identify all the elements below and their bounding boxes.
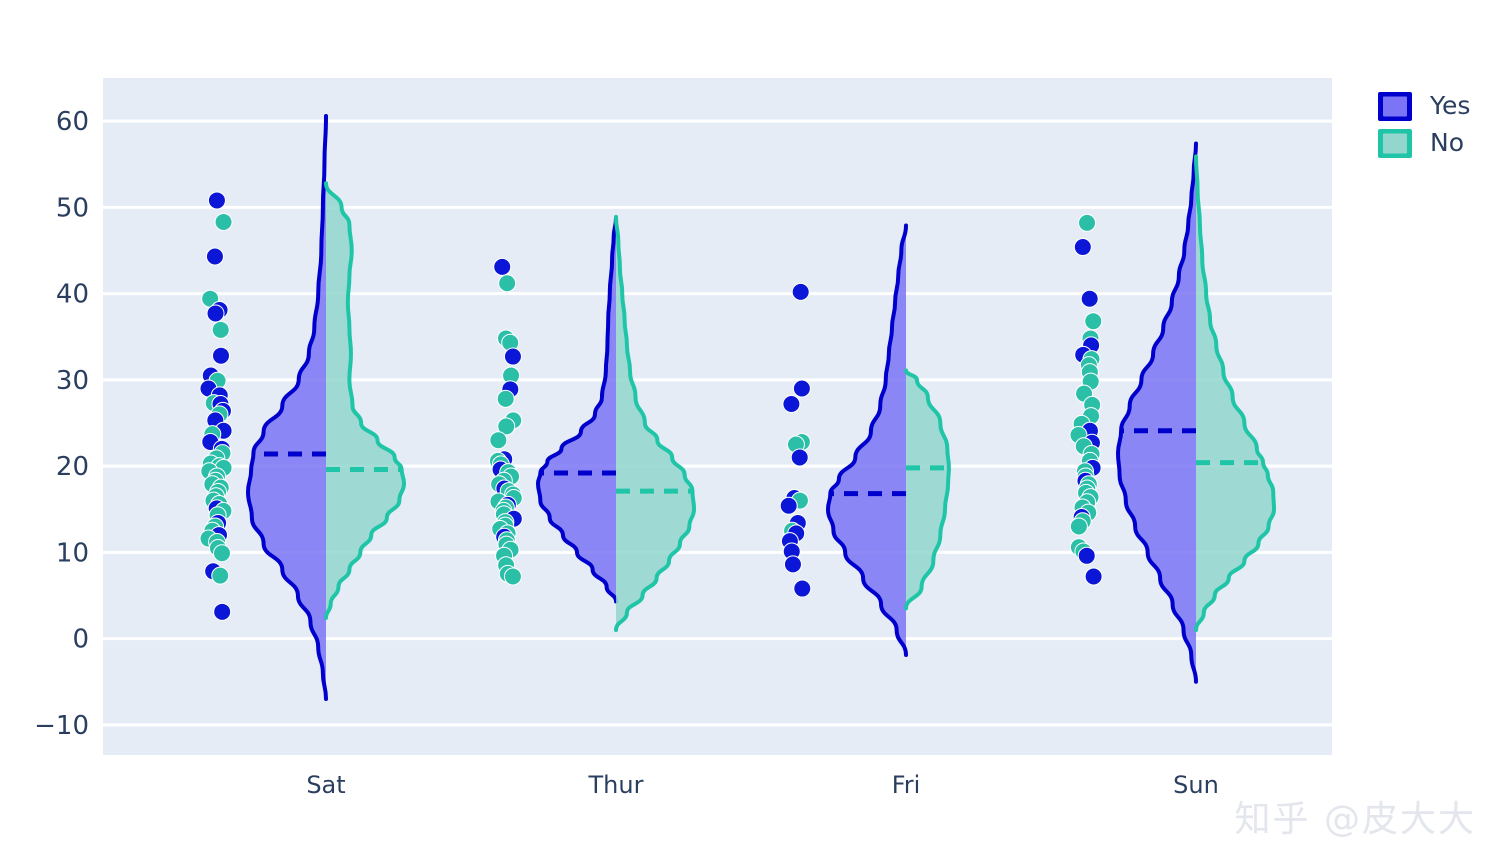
data-point-thur-no	[489, 431, 508, 450]
data-point-sun-yes	[1073, 238, 1092, 257]
data-point-sat-yes	[205, 247, 224, 266]
legend-label-no[interactable]: No	[1430, 128, 1464, 157]
data-point-sat-no	[214, 213, 233, 232]
data-point-sun-no	[1069, 517, 1088, 536]
y-tick-label: 50	[56, 193, 89, 223]
y-tick-label: 10	[56, 538, 89, 568]
data-point-thur-yes	[493, 257, 512, 276]
data-point-fri-yes	[782, 394, 801, 413]
chart-canvas: −10 0 10 20 30 40 50 60 Sat Thur Fri Sun Yes No	[0, 0, 1502, 856]
x-tick-label-sun: Sun	[1173, 771, 1219, 799]
data-point-sun-no	[1078, 213, 1097, 232]
y-tick-label: 0	[72, 625, 89, 655]
data-point-sun-yes	[1084, 567, 1103, 586]
data-point-fri-yes	[793, 579, 812, 598]
data-point-fri-yes	[783, 555, 802, 574]
y-tick-label: 40	[56, 280, 89, 310]
y-tick-label: 60	[56, 107, 89, 137]
legend-swatch-fill-yes[interactable]	[1383, 96, 1407, 117]
data-point-sat-yes	[206, 304, 225, 323]
data-point-sun-no	[1084, 312, 1103, 331]
data-point-sat-no	[212, 544, 231, 563]
data-point-thur-no	[498, 274, 517, 293]
data-point-fri-yes	[779, 496, 798, 515]
data-point-fri-yes	[790, 448, 809, 467]
x-tick-label-sat: Sat	[306, 771, 345, 799]
data-point-sun-yes	[1080, 289, 1099, 308]
data-point-thur-no	[496, 389, 515, 408]
data-point-sat-no	[211, 320, 230, 339]
legend-label-yes[interactable]: Yes	[1429, 91, 1470, 120]
y-tick-label: 20	[56, 452, 89, 482]
data-point-sun-yes	[1077, 546, 1096, 565]
x-tick-label-fri: Fri	[892, 771, 921, 799]
legend-swatch-fill-no[interactable]	[1383, 133, 1407, 154]
data-point-thur-yes	[503, 347, 522, 366]
x-tick-label-thur: Thur	[588, 771, 644, 799]
data-point-fri-yes	[791, 282, 810, 301]
data-point-thur-no	[503, 567, 522, 586]
data-point-sat-yes	[213, 602, 232, 621]
data-point-sat-yes	[211, 346, 230, 365]
y-tick-label: −10	[34, 711, 89, 741]
y-tick-label: 30	[56, 366, 89, 396]
data-point-fri-yes	[792, 379, 811, 398]
data-point-sat-no	[211, 566, 230, 585]
violin-chart-figure: −10 0 10 20 30 40 50 60 Sat Thur Fri Sun Yes No 知乎 …	[0, 0, 1502, 856]
data-point-sat-yes	[207, 191, 226, 210]
